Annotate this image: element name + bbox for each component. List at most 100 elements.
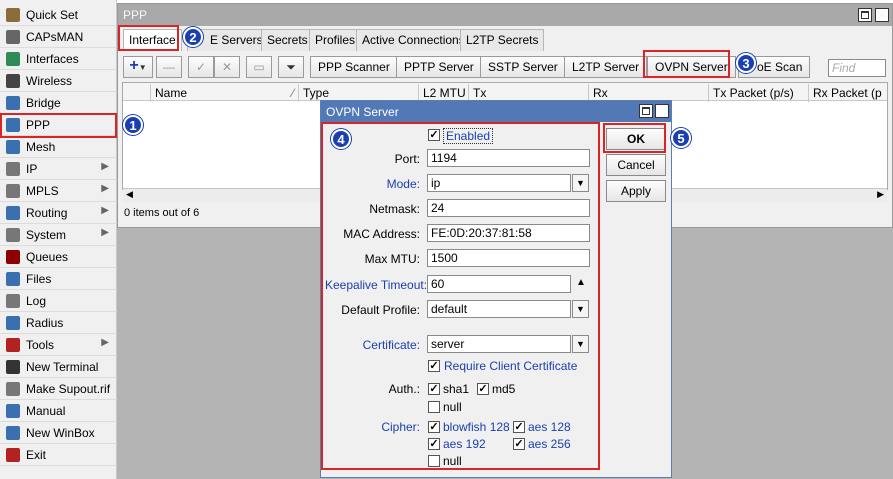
dialog-close-icon[interactable]: ✕ <box>655 104 669 118</box>
sidebar-item-capsman[interactable]: CAPsMAN <box>0 26 117 48</box>
column-header-blank <box>123 84 151 102</box>
cipher-blowfish-label: blowfish 128 <box>443 420 510 434</box>
sidebar-item-label: Exit <box>26 448 47 462</box>
sidebar-item-manual[interactable]: Manual <box>0 400 117 422</box>
sidebar-item-ppp[interactable]: PPP <box>0 114 117 136</box>
filter-icon: ⏷ <box>286 60 296 74</box>
sidebar-item-routing[interactable]: Routing ▶ <box>0 202 117 224</box>
ppp-icon <box>6 118 20 132</box>
pptp-server-button[interactable]: PPTP Server <box>396 56 482 78</box>
certificate-select[interactable]: server <box>427 335 571 353</box>
scroll-right-icon[interactable]: ▶ <box>877 189 884 200</box>
netmask-label: Netmask: <box>369 202 420 216</box>
winbox-icon <box>6 426 20 440</box>
sidebar-item-mesh[interactable]: Mesh <box>0 136 117 158</box>
sidebar-item-label: IP <box>26 162 38 176</box>
sidebar-item-mpls[interactable]: MPLS ▶ <box>0 180 117 202</box>
tab-active-connections[interactable]: Active Connections <box>356 29 471 51</box>
ppp-title-bar[interactable]: PPP ✕ <box>118 4 892 26</box>
auth-md5-checkbox[interactable]: ✓ <box>477 383 489 395</box>
sidebar-item-label: Manual <box>26 404 66 418</box>
tab-interface[interactable]: Interface <box>123 29 182 51</box>
profile-dropdown-icon[interactable]: ▼ <box>572 300 589 318</box>
sidebar-item-queues[interactable]: Queues <box>0 246 117 268</box>
ovpn-server-button[interactable]: OVPN Server <box>647 56 736 78</box>
certificate-dropdown-icon[interactable]: ▼ <box>572 335 589 353</box>
minus-icon: — <box>163 60 175 74</box>
find-input[interactable]: Find <box>828 59 886 77</box>
cipher-aes256-checkbox[interactable]: ✓ <box>513 438 525 450</box>
cipher-label: Cipher: <box>381 420 420 434</box>
add-button[interactable]: +▼ <box>123 56 153 78</box>
cipher-blowfish-checkbox[interactable]: ✓ <box>428 421 440 433</box>
comment-button[interactable]: ▭ <box>246 56 272 78</box>
dialog-maximize-icon[interactable] <box>639 104 653 118</box>
column-header-rx-packet[interactable]: Rx Packet (p <box>809 84 887 102</box>
sstp-server-button[interactable]: SSTP Server <box>480 56 566 78</box>
apply-button[interactable]: Apply <box>606 180 666 202</box>
tab-l2tp-secrets[interactable]: L2TP Secrets <box>460 29 545 51</box>
cancel-button[interactable]: Cancel <box>606 154 666 176</box>
mac-address-field[interactable]: FE:0D:20:37:81:58 <box>427 224 590 242</box>
sidebar-item-ip[interactable]: IP ▶ <box>0 158 117 180</box>
mode-dropdown-icon[interactable]: ▼ <box>572 174 589 192</box>
column-header-name[interactable]: Name ⁄ <box>151 84 299 102</box>
auth-sha1-checkbox[interactable]: ✓ <box>428 383 440 395</box>
filter-button[interactable]: ⏷ <box>278 56 304 78</box>
sidebar-item-interfaces[interactable]: Interfaces <box>0 48 117 70</box>
collapse-up-icon[interactable]: ▲ <box>576 277 586 288</box>
sidebar-item-label: CAPsMAN <box>26 30 84 44</box>
max-mtu-label: Max MTU: <box>364 252 420 266</box>
port-field[interactable]: 1194 <box>427 149 590 167</box>
mac-address-label: MAC Address: <box>343 227 420 241</box>
wireless-icon <box>6 74 20 88</box>
sidebar-item-make-supout-rif[interactable]: Make Supout.rif <box>0 378 117 400</box>
sidebar-item-system[interactable]: System ▶ <box>0 224 117 246</box>
auth-null-checkbox[interactable] <box>428 401 440 413</box>
keepalive-timeout-field[interactable]: 60 <box>427 275 571 293</box>
mode-select[interactable]: ip <box>427 174 571 192</box>
sidebar-item-log[interactable]: Log <box>0 290 117 312</box>
ok-button[interactable]: OK <box>606 128 666 150</box>
max-mtu-field[interactable]: 1500 <box>427 249 590 267</box>
sidebar-item-label: New Terminal <box>26 360 99 374</box>
scroll-left-icon[interactable]: ◀ <box>126 189 133 200</box>
enabled-checkbox[interactable]: ✓ <box>428 129 440 141</box>
cipher-aes192-checkbox[interactable]: ✓ <box>428 438 440 450</box>
mesh-icon <box>6 140 20 154</box>
tab-profiles[interactable]: Profiles <box>309 29 362 51</box>
sidebar-item-exit[interactable]: Exit <box>0 444 117 466</box>
l2tp-server-button[interactable]: L2TP Server <box>564 56 648 78</box>
status-text: 0 items out of 6 <box>124 207 200 219</box>
remove-button[interactable]: — <box>156 56 182 78</box>
column-header-tx-packet[interactable]: Tx Packet (p/s) <box>709 84 809 102</box>
sidebar-item-label: MPLS <box>26 184 59 198</box>
sidebar-item-radius[interactable]: Radius <box>0 312 117 334</box>
sidebar-item-wireless[interactable]: Wireless <box>0 70 117 92</box>
ppp-scanner-button[interactable]: PPP Scanner <box>310 56 398 78</box>
cipher-null-checkbox[interactable] <box>428 455 440 467</box>
sidebar-item-label: Bridge <box>26 96 61 110</box>
ip-icon <box>6 162 20 176</box>
netmask-field[interactable]: 24 <box>427 199 590 217</box>
sidebar-item-files[interactable]: Files <box>0 268 117 290</box>
sidebar-item-quick-set[interactable]: Quick Set <box>0 4 117 26</box>
auth-md5-label: md5 <box>492 382 516 396</box>
submenu-arrow-icon: ▶ <box>101 161 109 172</box>
require-client-certificate-checkbox[interactable]: ✓ <box>428 360 440 372</box>
sidebar-item-tools[interactable]: Tools ▶ <box>0 334 117 356</box>
default-profile-select[interactable]: default <box>427 300 571 318</box>
sidebar-item-new-terminal[interactable]: New Terminal <box>0 356 117 378</box>
maximize-icon[interactable] <box>858 8 872 22</box>
dialog-title-bar[interactable]: OVPN Server ✕ <box>321 101 671 122</box>
enable-button[interactable]: ✓ <box>188 56 214 78</box>
sidebar-item-label: Make Supout.rif <box>26 382 111 396</box>
tab-secrets[interactable]: Secrets <box>261 29 314 51</box>
cipher-aes128-checkbox[interactable]: ✓ <box>513 421 525 433</box>
disable-button[interactable]: ✕ <box>214 56 240 78</box>
step-badge-5: 5 <box>671 128 691 148</box>
sidebar-item-new-winbox[interactable]: New WinBox <box>0 422 117 444</box>
sidebar-item-bridge[interactable]: Bridge <box>0 92 117 114</box>
close-icon[interactable]: ✕ <box>875 8 889 22</box>
cipher-null-label: null <box>443 454 462 468</box>
